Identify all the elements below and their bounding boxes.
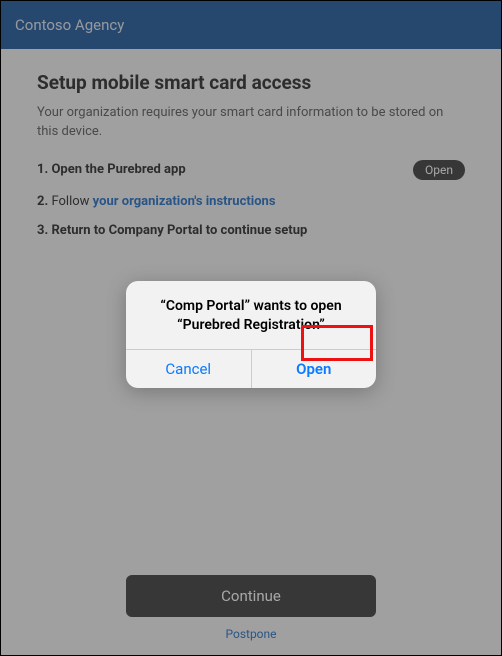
alert-cancel-button[interactable]: Cancel <box>126 350 252 388</box>
open-app-alert: “Comp Portal” wants to open “Purebred Re… <box>126 281 376 388</box>
alert-message: “Comp Portal” wants to open “Purebred Re… <box>126 281 376 349</box>
device-frame: Contoso Agency Setup mobile smart card a… <box>0 0 502 656</box>
alert-button-row: Cancel Open <box>126 349 376 388</box>
alert-open-button[interactable]: Open <box>252 350 377 388</box>
